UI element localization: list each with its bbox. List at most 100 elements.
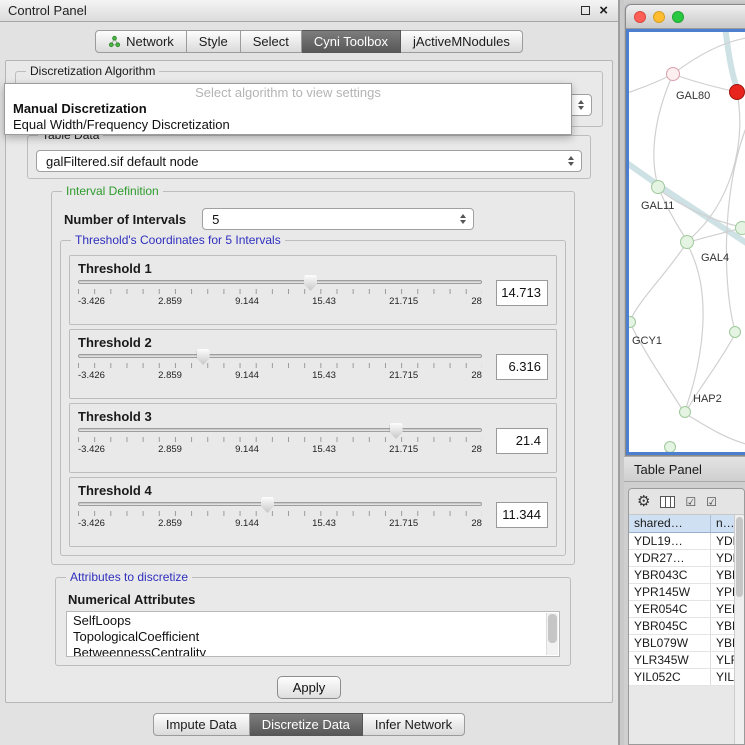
- tab-label: Discretize Data: [262, 717, 350, 732]
- slider-tick-labels: -3.426 2.859 9.144 15.43 21.715 28: [78, 444, 482, 455]
- cell-shared-name[interactable]: YLR345W: [629, 652, 711, 668]
- cell-shared-name[interactable]: YPR145W: [629, 584, 711, 600]
- apply-row: Apply: [7, 676, 611, 699]
- threshold-block: Threshold 4 -3.426: [69, 477, 557, 547]
- tick-label: -3.426: [78, 296, 105, 307]
- tab-infer-network[interactable]: Infer Network: [363, 713, 465, 736]
- table-row[interactable]: YBR043C YBR0: [629, 567, 744, 584]
- network-node[interactable]: [729, 326, 741, 338]
- tab-cyni-toolbox[interactable]: Cyni Toolbox: [302, 30, 401, 53]
- mac-zoom-button[interactable]: [672, 11, 684, 23]
- check-all-icon[interactable]: ☑: [685, 496, 696, 508]
- list-item[interactable]: TopologicalCoefficient: [73, 629, 543, 645]
- slider-track[interactable]: [78, 354, 482, 358]
- close-window-icon[interactable]: ×: [599, 3, 608, 18]
- threshold-block: Threshold 3 -3.426: [69, 403, 557, 473]
- network-node[interactable]: [666, 67, 680, 81]
- dropdown-option-equal-width-frequency[interactable]: Equal Width/Frequency Discretization: [11, 117, 565, 133]
- number-of-intervals-combobox[interactable]: 5: [202, 208, 474, 230]
- tab-jactivemnodules[interactable]: jActiveMNodules: [401, 30, 523, 53]
- tab-discretize-data[interactable]: Discretize Data: [250, 713, 363, 736]
- threshold-slider: -3.426 2.859 9.144 15.43 21.715 28: [78, 500, 482, 529]
- gear-icon[interactable]: ⚙: [637, 494, 650, 509]
- dropdown-option-manual-discretization[interactable]: Manual Discretization: [11, 101, 565, 117]
- control-panel-titlebar[interactable]: Control Panel ×: [0, 0, 618, 22]
- number-of-intervals-label: Number of Intervals: [64, 212, 186, 227]
- check-some-icon[interactable]: ☑: [706, 496, 717, 508]
- tick-label: 21.715: [389, 370, 418, 381]
- list-item[interactable]: BetweennessCentrality: [73, 645, 543, 657]
- bottom-tab-bar: Impute Data Discretize Data Infer Networ…: [0, 703, 618, 745]
- tab-select[interactable]: Select: [241, 30, 302, 53]
- thresholds-group: Threshold's Coordinates for 5 Intervals …: [60, 240, 566, 556]
- table-row[interactable]: YDL19… YDL1: [629, 533, 744, 550]
- attributes-listbox[interactable]: SelfLoops TopologicalCoefficient Between…: [66, 611, 560, 657]
- threshold-value-field[interactable]: 11.344: [496, 502, 548, 528]
- cell-shared-name[interactable]: YDL19…: [629, 533, 711, 549]
- table-row[interactable]: YDR27… YDR2: [629, 550, 744, 567]
- table-row[interactable]: YIL052C YIL0: [629, 669, 744, 686]
- cell-shared-name[interactable]: YIL052C: [629, 669, 711, 685]
- network-node[interactable]: [679, 406, 691, 418]
- slider-track[interactable]: [78, 502, 482, 506]
- network-window-titlebar[interactable]: [626, 5, 745, 29]
- network-node[interactable]: [664, 441, 676, 452]
- network-node[interactable]: [680, 235, 694, 249]
- mac-close-button[interactable]: [634, 11, 646, 23]
- network-node[interactable]: [651, 180, 665, 194]
- threshold-label: Threshold 1: [78, 261, 548, 276]
- tab-network[interactable]: Network: [95, 30, 187, 53]
- network-view-frame: GAL80 GAL11 GAL4 GCY1 HAP2: [626, 29, 745, 455]
- table-row[interactable]: YLR345W YLR3: [629, 652, 744, 669]
- network-node[interactable]: [735, 221, 745, 235]
- network-node-label: HAP2: [693, 393, 722, 405]
- tab-label: Infer Network: [375, 717, 452, 732]
- group-title: Attributes to discretize: [66, 570, 192, 584]
- network-node[interactable]: [729, 84, 745, 100]
- cell-shared-name[interactable]: YER054C: [629, 601, 711, 617]
- table-panel-titlebar[interactable]: Table Panel: [624, 456, 745, 482]
- slider-track[interactable]: [78, 428, 482, 432]
- threshold-list: Threshold 1 -3.426: [69, 255, 557, 547]
- network-node-label: GAL80: [676, 90, 710, 102]
- right-panel-region: GAL80 GAL11 GAL4 GCY1 HAP2 Table Panel: [624, 0, 745, 745]
- slider-track[interactable]: [78, 280, 482, 284]
- cell-shared-name[interactable]: YBR043C: [629, 567, 711, 583]
- tick-label: 28: [471, 296, 482, 307]
- cell-shared-name[interactable]: YBR045C: [629, 618, 711, 634]
- apply-button[interactable]: Apply: [277, 676, 341, 699]
- network-view-window: GAL80 GAL11 GAL4 GCY1 HAP2: [625, 4, 745, 456]
- dropdown-hint: Select algorithm to view settings: [11, 85, 565, 101]
- list-item[interactable]: SelfLoops: [73, 613, 543, 629]
- table-data-combobox[interactable]: galFiltered.sif default node: [36, 150, 582, 172]
- cell-shared-name[interactable]: YBL079W: [629, 635, 711, 651]
- table-scrollbar[interactable]: [734, 515, 744, 744]
- columns-icon[interactable]: [660, 496, 675, 508]
- threshold-value-field[interactable]: 14.713: [496, 280, 548, 306]
- network-canvas[interactable]: GAL80 GAL11 GAL4 GCY1 HAP2: [629, 32, 745, 452]
- table-row[interactable]: YBL079W YBL0: [629, 635, 744, 652]
- column-header-shared-name[interactable]: shared…: [629, 515, 711, 532]
- table-row[interactable]: YPR145W YPR1: [629, 584, 744, 601]
- float-window-icon[interactable]: [581, 6, 590, 15]
- slider-tick-labels: -3.426 2.859 9.144 15.43 21.715 28: [78, 518, 482, 529]
- list-scrollbar[interactable]: [546, 613, 558, 655]
- tab-label: jActiveMNodules: [413, 34, 510, 49]
- tick-label: -3.426: [78, 444, 105, 455]
- tick-label: 9.144: [235, 370, 259, 381]
- mac-minimize-button[interactable]: [653, 11, 665, 23]
- attributes-list: SelfLoops TopologicalCoefficient Between…: [67, 612, 559, 657]
- cell-shared-name[interactable]: YDR27…: [629, 550, 711, 566]
- table-row[interactable]: YBR045C YBR0: [629, 618, 744, 635]
- table-row[interactable]: YER054C YER0: [629, 601, 744, 618]
- algorithm-dropdown-popup: Select algorithm to view settings Manual…: [4, 83, 572, 135]
- threshold-value-field[interactable]: 21.4: [496, 428, 548, 454]
- threshold-block: Threshold 2 -3.426: [69, 329, 557, 399]
- threshold-value-field[interactable]: 6.316: [496, 354, 548, 380]
- scrollbar-thumb[interactable]: [548, 614, 557, 643]
- tick-label: 15.43: [312, 370, 336, 381]
- scrollbar-thumb[interactable]: [736, 517, 743, 597]
- tab-style[interactable]: Style: [187, 30, 241, 53]
- tab-impute-data[interactable]: Impute Data: [153, 713, 250, 736]
- table-body: YDL19… YDL1 YDR27… YDR2 YBR043C YBR0: [629, 533, 744, 686]
